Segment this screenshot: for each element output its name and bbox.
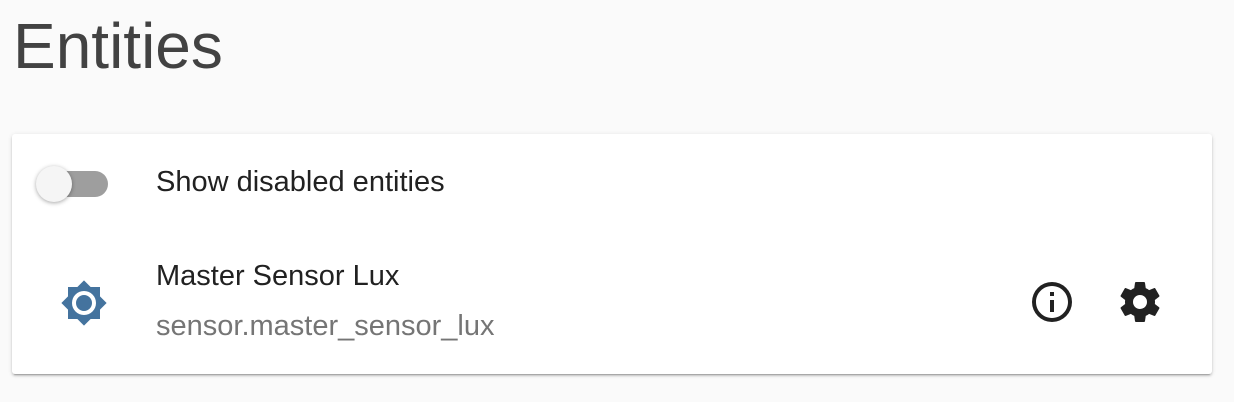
brightness-icon	[61, 280, 107, 326]
entity-row[interactable]: Master Sensor Lux sensor.master_sensor_l…	[12, 244, 1212, 364]
gear-icon[interactable]	[1116, 278, 1164, 326]
show-disabled-row: Show disabled entities	[12, 134, 1212, 230]
show-disabled-toggle[interactable]	[36, 166, 112, 202]
info-icon[interactable]	[1028, 278, 1076, 326]
show-disabled-label: Show disabled entities	[156, 166, 445, 198]
entity-id: sensor.master_sensor_lux	[156, 310, 495, 342]
entities-card: Show disabled entities Master Sensor Lux…	[12, 134, 1212, 374]
toggle-thumb[interactable]	[36, 166, 72, 202]
page-title: Entities	[13, 10, 223, 82]
entity-name: Master Sensor Lux	[156, 260, 400, 292]
